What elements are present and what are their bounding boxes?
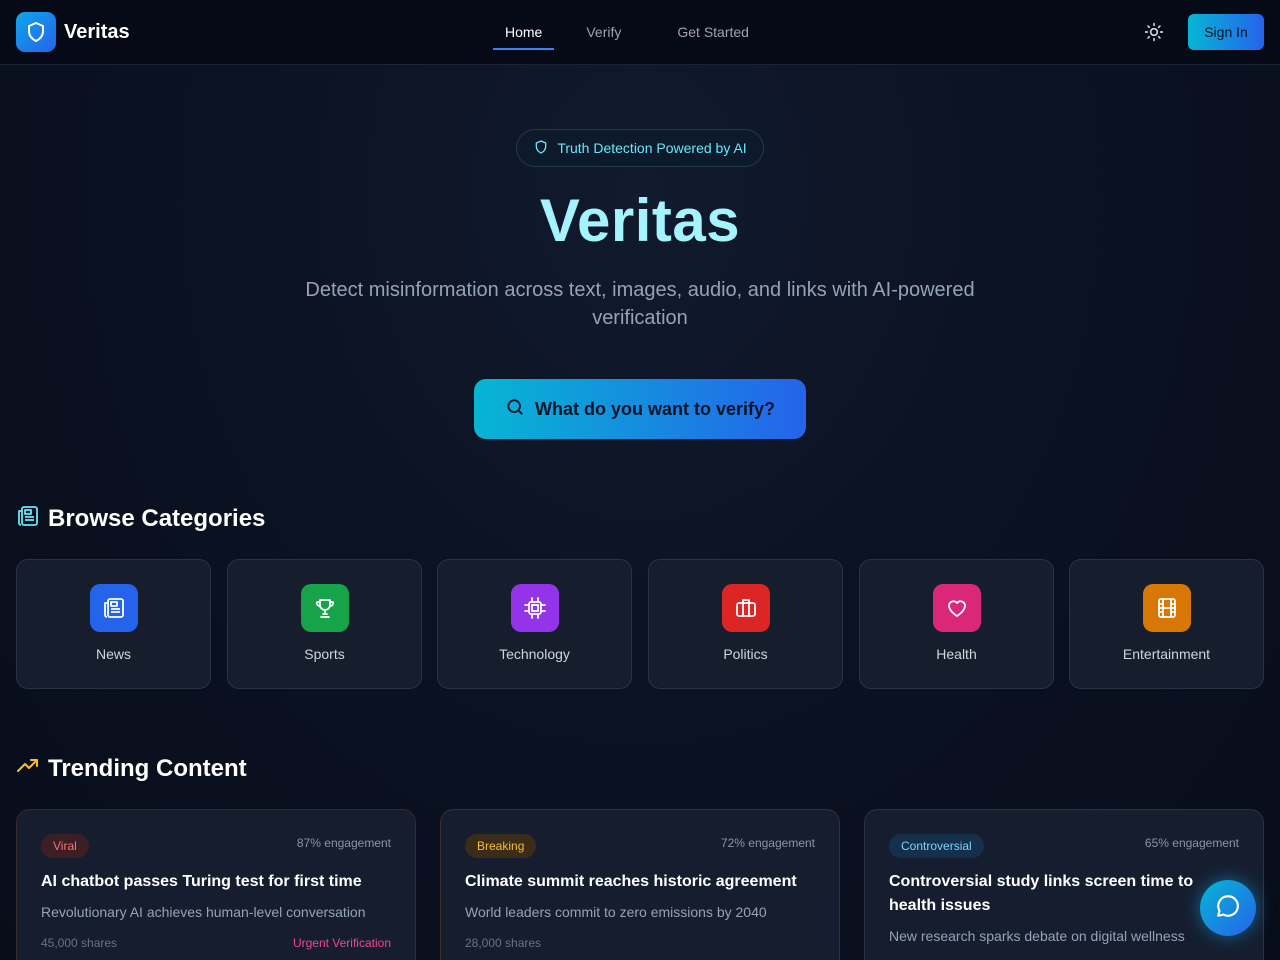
top-navbar: Veritas Home Verify Get Started Sign In (0, 0, 1280, 65)
newspaper-icon (90, 584, 138, 632)
category-card-entertainment[interactable]: Entertainment (1069, 559, 1264, 689)
sun-icon[interactable] (1140, 18, 1168, 46)
category-card-politics[interactable]: Politics (648, 559, 843, 689)
trending-card[interactable]: Breaking 72% engagement Climate summit r… (440, 809, 840, 960)
verify-cta-button[interactable]: What do you want to verify? (474, 379, 806, 439)
chat-button[interactable] (1200, 880, 1256, 936)
share-count: 45,000 shares (41, 936, 118, 950)
status-badge: Viral (41, 834, 89, 858)
sign-in-button[interactable]: Sign In (1188, 14, 1264, 50)
category-label: News (95, 646, 131, 662)
engagement-stat: 65% engagement (1144, 836, 1239, 850)
urgent-verification-flag: Urgent Verification (292, 936, 391, 950)
nav-get-started[interactable]: Get Started (665, 0, 761, 64)
trending-heading-text: Trending Content (48, 754, 247, 782)
chat-bubble-icon (1215, 893, 1241, 924)
heart-icon (933, 584, 981, 632)
share-count: 28,000 shares (465, 936, 542, 950)
nav-home[interactable]: Home (493, 0, 555, 64)
card-description: World leaders commit to zero emissions b… (465, 904, 767, 920)
hero-subtitle: Detect misinformation across text, image… (305, 279, 975, 329)
trending-card[interactable]: Controversial 65% engagement Controversi… (864, 809, 1264, 960)
logo[interactable]: Veritas (16, 12, 130, 52)
card-title: Controversial study links screen time to… (889, 873, 1194, 914)
search-icon (505, 397, 525, 422)
card-description: New research sparks debate on digital we… (889, 928, 1185, 944)
shield-icon (533, 139, 549, 158)
category-label: Politics (723, 646, 768, 662)
briefcase-icon (722, 584, 770, 632)
nav-verify[interactable]: Verify (574, 0, 633, 64)
category-label: Health (936, 646, 977, 662)
trending-up-icon (16, 754, 40, 783)
status-badge: Breaking (465, 834, 537, 858)
trophy-icon (301, 584, 349, 632)
status-badge: Controversial (889, 834, 984, 858)
categories-heading: Browse Categories (16, 504, 265, 533)
shield-icon (16, 12, 56, 52)
category-label: Entertainment (1122, 646, 1211, 662)
card-title: AI chatbot passes Turing test for first … (41, 873, 362, 890)
category-card-news[interactable]: News (16, 559, 211, 689)
newspaper-icon (16, 504, 40, 533)
category-card-sports[interactable]: Sports (227, 559, 422, 689)
cta-label: What do you want to verify? (534, 398, 775, 419)
card-title: Climate summit reaches historic agreemen… (465, 873, 797, 890)
categories-heading-text: Browse Categories (48, 504, 266, 532)
category-card-technology[interactable]: Technology (437, 559, 632, 689)
main-nav: Home Verify Get Started (493, 0, 761, 64)
card-description: Revolutionary AI achieves human-level co… (41, 904, 366, 920)
engagement-stat: 87% engagement (296, 836, 391, 850)
category-card-health[interactable]: Health (859, 559, 1054, 689)
trending-card[interactable]: Viral 87% engagement AI chatbot passes T… (16, 809, 416, 960)
ai-badge-pill: Truth Detection Powered by AI (516, 129, 764, 167)
logo-text: Veritas (64, 20, 130, 43)
trending-heading: Trending Content (16, 754, 247, 783)
pill-text: Truth Detection Powered by AI (557, 140, 747, 156)
cpu-icon (511, 584, 559, 632)
film-icon (1143, 584, 1191, 632)
category-label: Sports (304, 646, 345, 662)
hero-title: Veritas (539, 187, 741, 254)
category-label: Technology (499, 646, 570, 662)
engagement-stat: 72% engagement (720, 836, 815, 850)
categories-grid: News Sports Technology Politics Health E… (16, 559, 1264, 689)
